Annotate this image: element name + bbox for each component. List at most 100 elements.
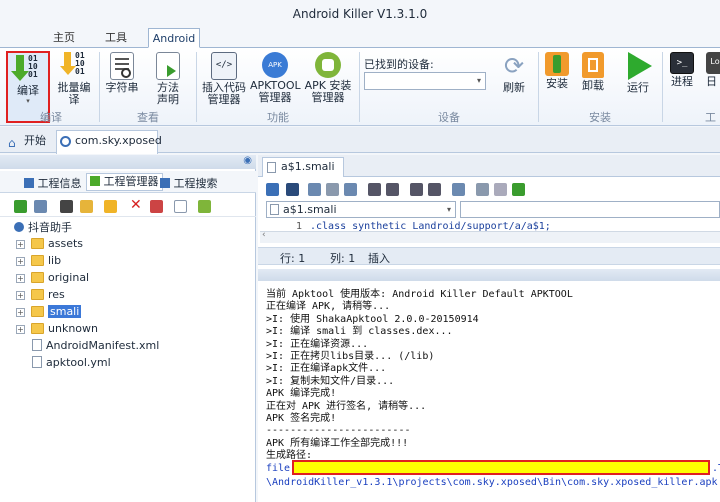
device-select[interactable]: ▾ [364, 72, 486, 90]
process-button[interactable]: >_ 进程 [665, 52, 699, 112]
log-label: 日 [706, 75, 717, 88]
uninstall-button[interactable]: 卸载 [576, 52, 610, 112]
panel-header: ◉ [0, 155, 256, 169]
log-line: 正在编译 APK, 请稍等... [266, 301, 391, 313]
status-row: 行: 1 [280, 252, 306, 265]
save-icon[interactable] [286, 183, 299, 196]
apktool-button[interactable]: APK APKTOOL管理器 [250, 52, 301, 112]
log-line: >I: 正在编译资源... [266, 338, 369, 350]
android-icon[interactable] [198, 200, 211, 213]
undo-icon[interactable] [368, 183, 381, 196]
subtab-project-search-label: 工程搜索 [173, 177, 218, 190]
expand-icon[interactable]: + [16, 291, 25, 300]
folder-icon [31, 323, 44, 334]
strings-label: 字符串 [105, 81, 139, 94]
expand-icon[interactable]: + [16, 274, 25, 283]
find-icon[interactable] [476, 183, 489, 196]
file-icon [32, 339, 42, 351]
delete-icon[interactable]: ✕ [130, 197, 142, 213]
image-icon[interactable] [34, 200, 47, 213]
subtab-project-manager[interactable]: 工程管理器 [86, 173, 163, 191]
log-line: >I: 使用 ShakaApktool 2.0.0-20150914 [266, 313, 479, 325]
tree-item-unknown[interactable]: + unknown [16, 320, 98, 337]
tree-item-label: unknown [48, 322, 98, 335]
tab-home[interactable]: 主页 [44, 28, 84, 48]
expand-icon[interactable]: + [16, 257, 25, 266]
batch-compile-button[interactable]: 01 10 01 批量编译 [54, 52, 94, 112]
eye-icon[interactable]: ◉ [243, 155, 252, 166]
insert-code-button[interactable]: </> 插入代码管理器 [200, 52, 248, 112]
code-icon[interactable] [150, 200, 163, 213]
search-icon [160, 178, 170, 188]
bookmark-icon[interactable] [104, 200, 117, 213]
expand-icon[interactable]: + [16, 240, 25, 249]
editor-tab[interactable]: a$1.smali [262, 157, 344, 177]
file-icon [32, 356, 42, 368]
group-label-function: 功能 [267, 111, 289, 124]
java-icon[interactable] [512, 183, 525, 196]
editor-panel: a$1.smali a$1.smali ▾ 1 .class synthetic… [258, 155, 720, 502]
list-icon[interactable] [494, 183, 507, 196]
run-button[interactable]: 运行 [620, 52, 656, 112]
file-select[interactable]: a$1.smali ▾ [266, 201, 456, 218]
tab-start[interactable]: ⌂ 开始 [6, 131, 54, 153]
scroll-left-icon[interactable]: ‹ [262, 230, 266, 240]
output-path-line[interactable]: \AndroidKiller_v1.3.1\projects\com.sky.x… [266, 477, 718, 489]
apktool-label: APKTOOL管理器 [250, 79, 301, 104]
folder-icon [31, 255, 44, 266]
editor-tab-label: a$1.smali [281, 160, 335, 173]
method-declare-label: 方法声明 [157, 81, 179, 106]
format-icon[interactable] [452, 183, 465, 196]
strings-button[interactable]: 字符串 [103, 52, 141, 112]
output-path-suffix[interactable]: .T [712, 463, 720, 475]
tab-tools[interactable]: 工具 [96, 28, 136, 48]
tree-item-assets[interactable]: + assets [16, 235, 83, 252]
expand-icon[interactable]: + [16, 308, 25, 317]
method-declare-button[interactable]: 方法声明 [148, 52, 188, 112]
folder-icon [31, 306, 44, 317]
log-line: 正在对 APK 进行签名, 请稍等... [266, 400, 427, 412]
horizontal-scrollbar[interactable]: ‹ [260, 230, 720, 243]
paste-icon[interactable] [344, 183, 357, 196]
refresh-icon[interactable] [14, 200, 27, 213]
subtab-project-search[interactable]: 工程搜索 [160, 175, 218, 191]
expand-icon[interactable]: + [16, 325, 25, 334]
tab-project[interactable]: com.sky.xposed [56, 130, 162, 154]
terminal-icon[interactable] [60, 200, 73, 213]
method-select[interactable] [460, 201, 720, 218]
apk-install-button[interactable]: APK 安装管理器 [302, 52, 354, 112]
info-icon [24, 178, 34, 188]
tree-item-manifest[interactable]: AndroidManifest.xml [32, 337, 159, 354]
refresh-button[interactable]: ⟳ 刷新 [496, 52, 532, 112]
group-label-compile: 编译 [40, 111, 62, 124]
group-label-install: 安装 [589, 111, 611, 124]
install-icon [545, 52, 569, 76]
copy-icon[interactable] [308, 183, 321, 196]
back-icon[interactable] [410, 183, 423, 196]
tree-root[interactable]: 抖音助手 [14, 219, 72, 236]
tree-item-label: res [48, 288, 65, 301]
method-icon [156, 52, 180, 80]
tree-item-lib[interactable]: + lib [16, 252, 61, 269]
status-mode: 插入 [368, 252, 390, 265]
chevron-down-icon: ▾ [476, 76, 481, 85]
folder-search-icon[interactable] [80, 200, 93, 213]
file-icon[interactable] [174, 200, 187, 213]
install-button[interactable]: 安装 [540, 52, 574, 112]
tree-item-apktool-yml[interactable]: apktool.yml [32, 354, 111, 371]
log-button[interactable]: Lo 日 [702, 52, 720, 112]
subtab-project-info[interactable]: 工程信息 [24, 175, 82, 191]
forward-icon[interactable] [428, 183, 441, 196]
lock-icon[interactable] [266, 183, 279, 196]
log-line: APK 签名完成! [266, 413, 337, 424]
folder-icon [31, 289, 44, 300]
tree-item-res[interactable]: + res [16, 286, 65, 303]
cut-icon[interactable] [326, 183, 339, 196]
tree-item-smali[interactable]: + smali [16, 303, 82, 320]
project-icon [60, 136, 71, 147]
tab-android[interactable]: Android [148, 28, 200, 48]
subtab-project-info-label: 工程信息 [37, 177, 82, 190]
log-line: >I: 正在拷贝libs目录... (/lib) [266, 351, 435, 362]
redo-icon[interactable] [386, 183, 399, 196]
tree-item-original[interactable]: + original [16, 269, 89, 286]
